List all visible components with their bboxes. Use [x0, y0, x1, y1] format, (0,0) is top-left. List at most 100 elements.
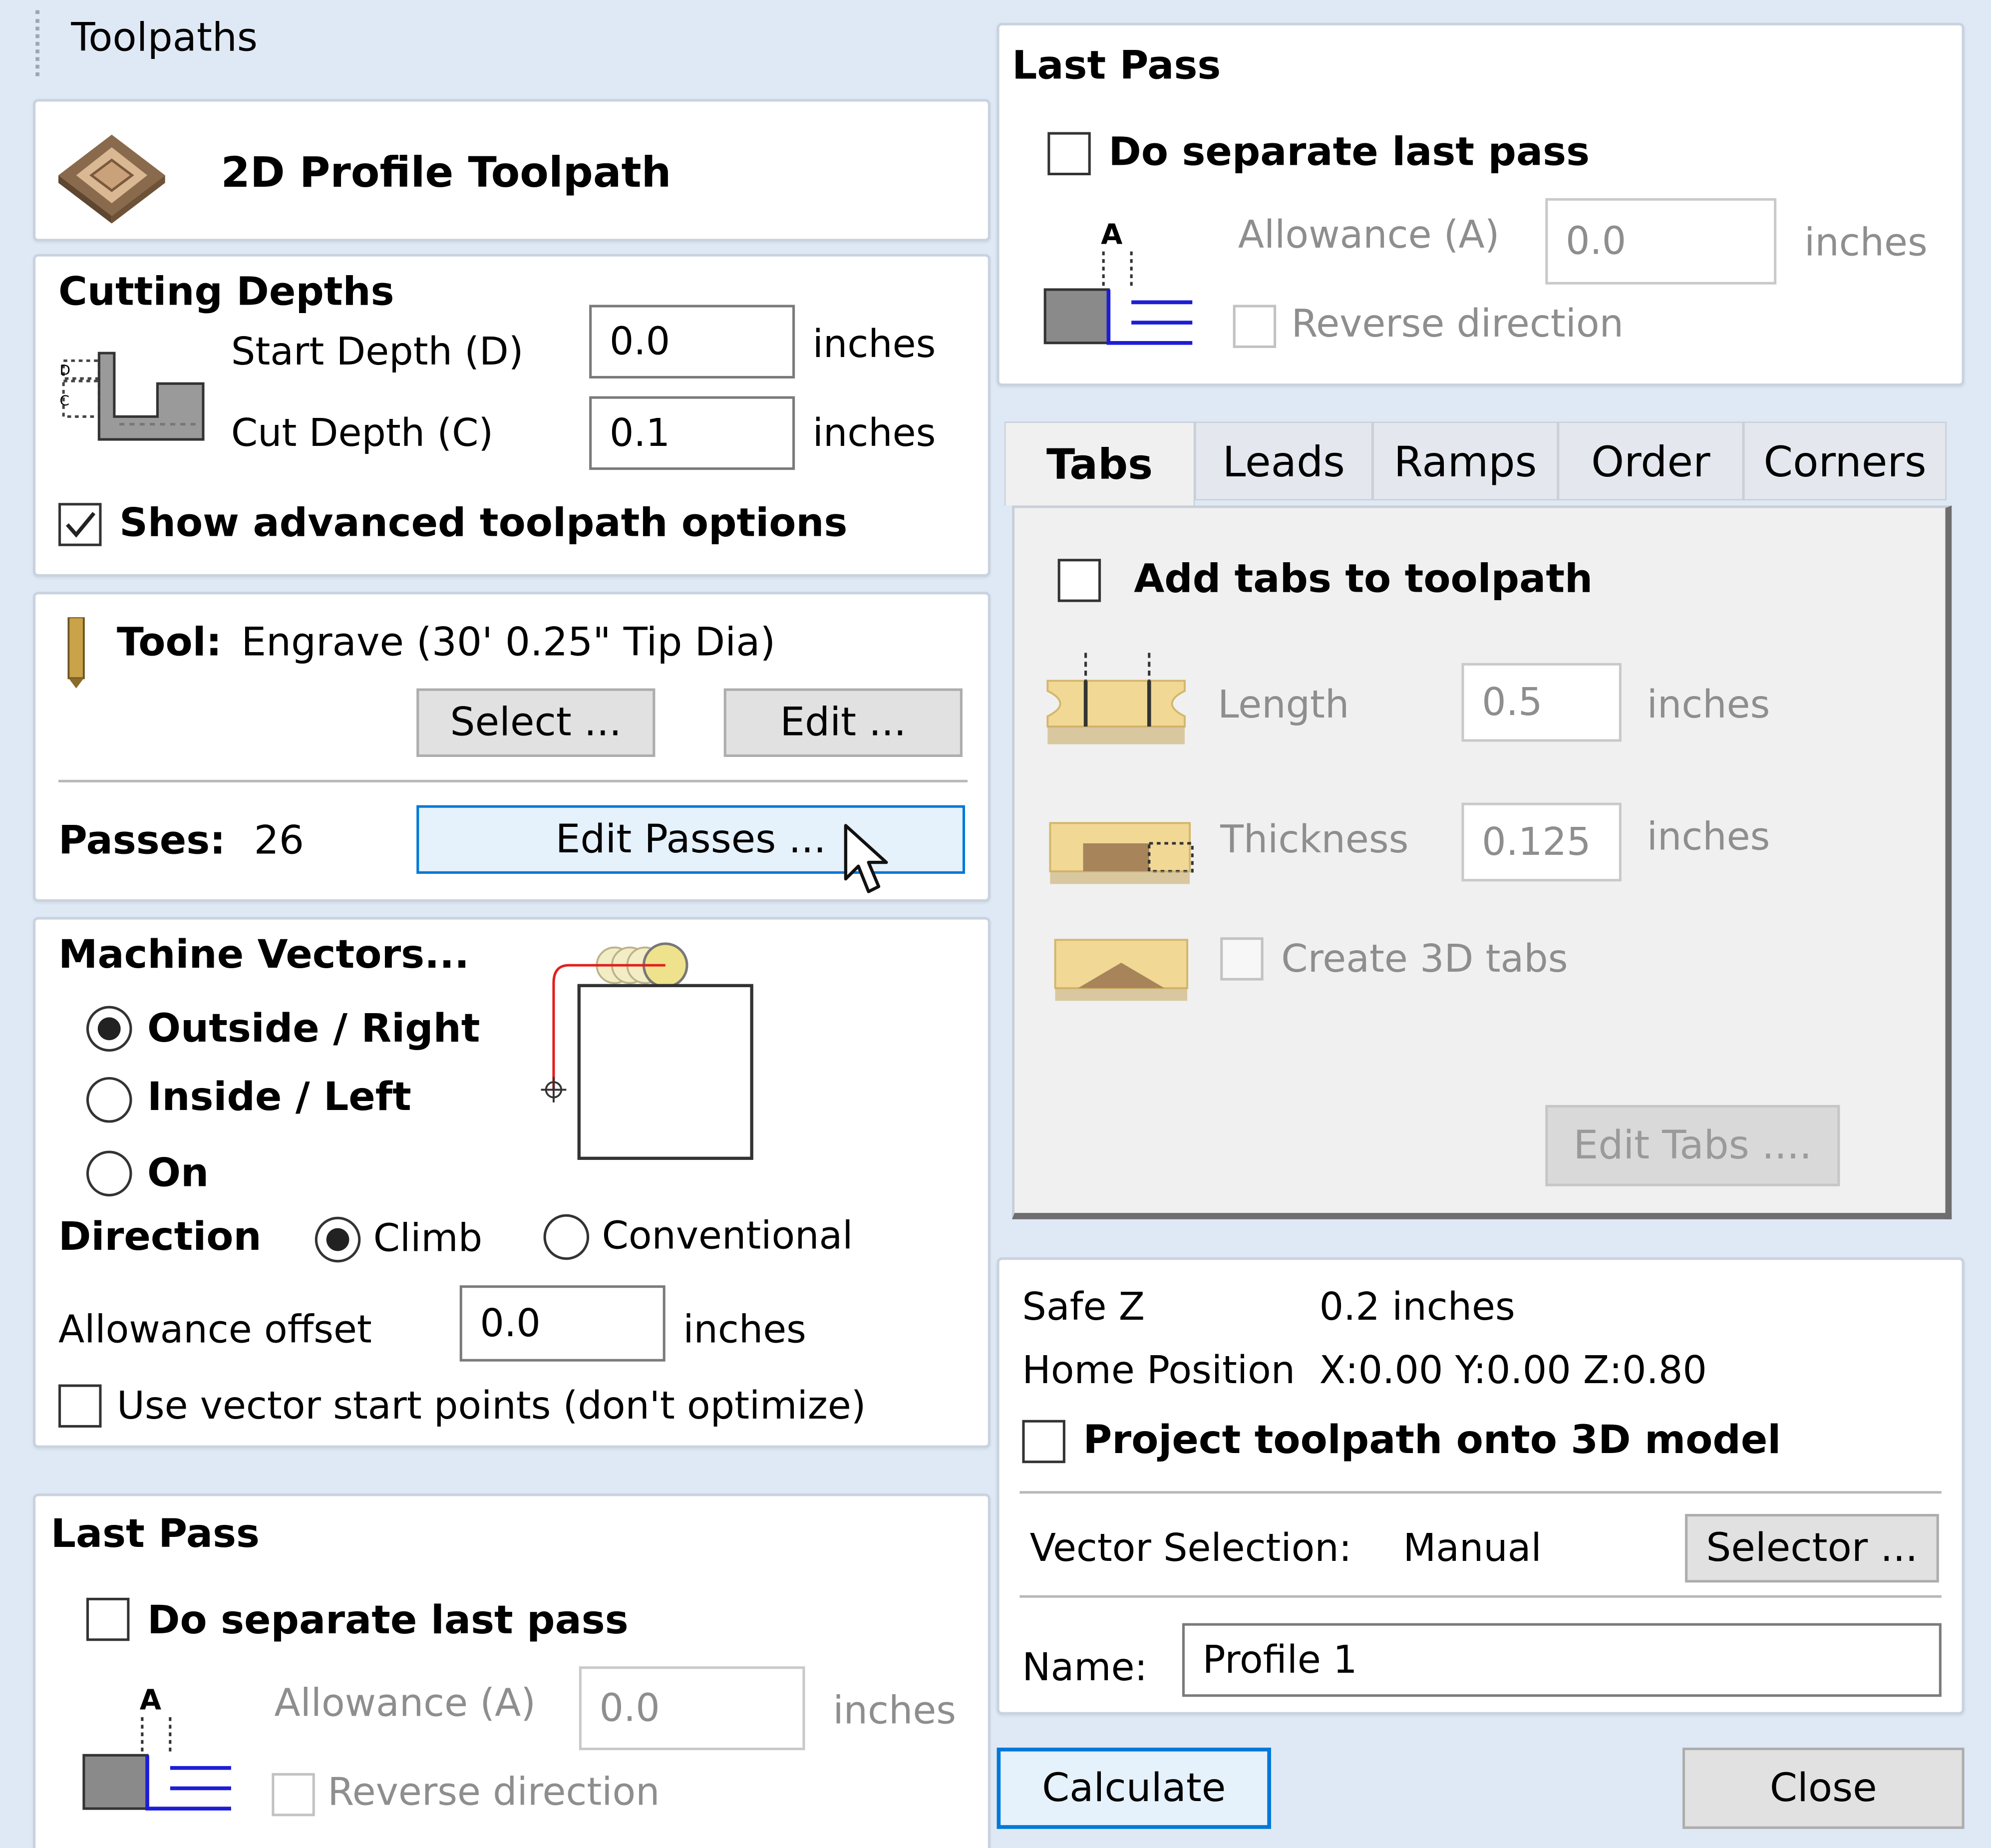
- cut-depth-label: Cut Depth (C): [231, 411, 494, 456]
- vector-selection-label: Vector Selection:: [1029, 1526, 1352, 1571]
- create-3d-tabs-label[interactable]: Create 3D tabs: [1281, 937, 1568, 982]
- last-pass-allowance-unit-left: inches: [833, 1689, 957, 1734]
- drag-grip[interactable]: [35, 10, 44, 76]
- direction-label: Direction: [58, 1214, 262, 1260]
- settings-separator-2: [1019, 1595, 1942, 1598]
- select-tool-button[interactable]: Select ...: [416, 688, 656, 757]
- last-pass-heading-left: Last Pass: [50, 1511, 260, 1557]
- tab-thickness-icon: [1049, 822, 1194, 884]
- profile-toolpath-icon: [58, 134, 165, 224]
- window-title: Toolpaths: [71, 15, 258, 61]
- outside-right-label[interactable]: Outside / Right: [147, 1006, 480, 1052]
- add-tabs-checkbox[interactable]: [1057, 559, 1101, 602]
- conventional-radio[interactable]: [543, 1214, 590, 1260]
- tab-length-input[interactable]: 0.5: [1461, 663, 1622, 742]
- cut-depth-diagram-icon: D C: [60, 352, 205, 441]
- tab-length-label: Length: [1218, 683, 1349, 728]
- checkmark-icon: [65, 512, 96, 538]
- toolpath-name-input[interactable]: Profile 1: [1182, 1623, 1942, 1697]
- outside-right-radio[interactable]: [86, 1006, 132, 1052]
- safe-z-value: 0.2 inches: [1319, 1285, 1515, 1330]
- last-pass-allowance-input-right[interactable]: 0.0: [1545, 198, 1777, 285]
- tab-length-unit: inches: [1647, 683, 1770, 728]
- on-label[interactable]: On: [147, 1151, 209, 1197]
- tool-separator: [58, 779, 968, 782]
- safe-z-label: Safe Z: [1022, 1285, 1145, 1330]
- tool-label: Tool:: [116, 620, 222, 666]
- project-toolpath-checkbox[interactable]: [1022, 1420, 1065, 1464]
- last-pass-allowance-unit-right: inches: [1804, 221, 1928, 266]
- mouse-cursor-icon: [844, 824, 888, 893]
- cut-depth-unit: inches: [812, 411, 936, 456]
- calculate-button[interactable]: Calculate: [996, 1747, 1271, 1829]
- last-pass-allowance-label-right: Allowance (A): [1238, 213, 1500, 258]
- cutting-depths-panel: Cutting Depths D C Start Depth (D) 0.0 i…: [33, 254, 991, 577]
- panel-title: 2D Profile Toolpath: [221, 147, 671, 197]
- advanced-options-checkbox[interactable]: [58, 503, 102, 546]
- project-toolpath-label[interactable]: Project toolpath onto 3D model: [1083, 1418, 1781, 1464]
- vector-selection-value: Manual: [1403, 1526, 1542, 1571]
- diagram-c-label: C: [60, 392, 70, 408]
- passes-label: Passes:: [58, 818, 226, 864]
- create-3d-tabs-checkbox[interactable]: [1220, 937, 1264, 981]
- tab-ramps[interactable]: Ramps: [1372, 421, 1558, 501]
- on-radio[interactable]: [86, 1150, 132, 1197]
- selector-button[interactable]: Selector ...: [1685, 1513, 1939, 1583]
- settings-separator-1: [1019, 1491, 1942, 1494]
- tab-leads[interactable]: Leads: [1195, 421, 1373, 501]
- cut-depth-input[interactable]: 0.1: [589, 396, 795, 470]
- close-button[interactable]: Close: [1682, 1747, 1965, 1829]
- last-pass-allowance-input-left[interactable]: 0.0: [579, 1666, 805, 1751]
- diagram-d-label: D: [60, 362, 71, 378]
- tool-panel: Tool: Engrave (30' 0.25" Tip Dia) Select…: [33, 592, 991, 902]
- separate-last-pass-checkbox-left[interactable]: [86, 1597, 130, 1641]
- tab-tabs[interactable]: Tabs: [1004, 421, 1195, 506]
- separate-last-pass-label-right[interactable]: Do separate last pass: [1108, 129, 1590, 175]
- home-position-label: Home Position: [1022, 1349, 1296, 1394]
- tab-length-icon: [1046, 653, 1186, 744]
- machine-vectors-heading: Machine Vectors...: [58, 932, 470, 978]
- allowance-offset-unit: inches: [683, 1308, 806, 1353]
- left-column: Toolpaths 2D Profile Toolpath Cutting De…: [0, 0, 997, 1848]
- tabs-content-panel: Add tabs to toolpath Length 0.5 inches T…: [1012, 505, 1952, 1219]
- tab-thickness-label: Thickness: [1220, 818, 1409, 863]
- last-pass-diagram-icon-left: A: [82, 1684, 231, 1811]
- separate-last-pass-label-left[interactable]: Do separate last pass: [147, 1598, 629, 1644]
- reverse-direction-checkbox-right[interactable]: [1233, 305, 1277, 348]
- edit-tabs-button[interactable]: Edit Tabs ....: [1545, 1105, 1840, 1186]
- separate-last-pass-checkbox-right[interactable]: [1047, 132, 1091, 176]
- last-pass-diagram-icon-right: A: [1043, 218, 1193, 345]
- start-depth-label: Start Depth (D): [231, 330, 524, 375]
- header-panel: 2D Profile Toolpath: [33, 99, 991, 242]
- reverse-direction-label-left[interactable]: Reverse direction: [328, 1771, 660, 1815]
- tab-thickness-input[interactable]: 0.125: [1461, 802, 1622, 882]
- settings-panel: Safe Z 0.2 inches Home Position X:0.00 Y…: [996, 1257, 1965, 1715]
- climb-radio[interactable]: [315, 1216, 361, 1263]
- vector-start-points-checkbox[interactable]: [58, 1384, 102, 1428]
- edit-tool-button[interactable]: Edit ...: [723, 688, 963, 757]
- reverse-direction-checkbox-left[interactable]: [272, 1773, 315, 1817]
- start-depth-input[interactable]: 0.0: [589, 305, 795, 378]
- tab-thickness-unit: inches: [1647, 815, 1770, 860]
- inside-left-radio[interactable]: [86, 1077, 132, 1123]
- right-column: Last Pass Do separate last pass A Allowa…: [996, 0, 1991, 1848]
- add-tabs-label[interactable]: Add tabs to toolpath: [1134, 556, 1593, 602]
- passes-value: 26: [254, 818, 305, 864]
- allowance-offset-input[interactable]: 0.0: [459, 1285, 665, 1362]
- climb-label[interactable]: Climb: [373, 1217, 482, 1261]
- cutting-depths-heading: Cutting Depths: [58, 269, 394, 315]
- tab-order[interactable]: Order: [1558, 421, 1744, 501]
- advanced-options-label[interactable]: Show advanced toolpath options: [119, 500, 847, 546]
- inside-left-label[interactable]: Inside / Left: [147, 1075, 411, 1120]
- tab-corners[interactable]: Corners: [1743, 421, 1947, 501]
- engrave-bit-icon: [67, 617, 85, 689]
- toolpath-dialog: Toolpaths 2D Profile Toolpath Cutting De…: [0, 0, 1991, 1848]
- last-pass-diagram-a-right: A: [1101, 218, 1123, 251]
- last-pass-panel-left: Last Pass Do separate last pass A Allowa…: [33, 1493, 991, 1848]
- conventional-label[interactable]: Conventional: [602, 1214, 853, 1259]
- vector-start-points-label[interactable]: Use vector start points (don't optimize): [117, 1385, 866, 1429]
- reverse-direction-label-right[interactable]: Reverse direction: [1292, 302, 1624, 347]
- last-pass-panel-right: Last Pass Do separate last pass A Allowa…: [996, 22, 1965, 386]
- last-pass-diagram-a-left: A: [140, 1684, 162, 1717]
- allowance-offset-label: Allowance offset: [58, 1308, 372, 1353]
